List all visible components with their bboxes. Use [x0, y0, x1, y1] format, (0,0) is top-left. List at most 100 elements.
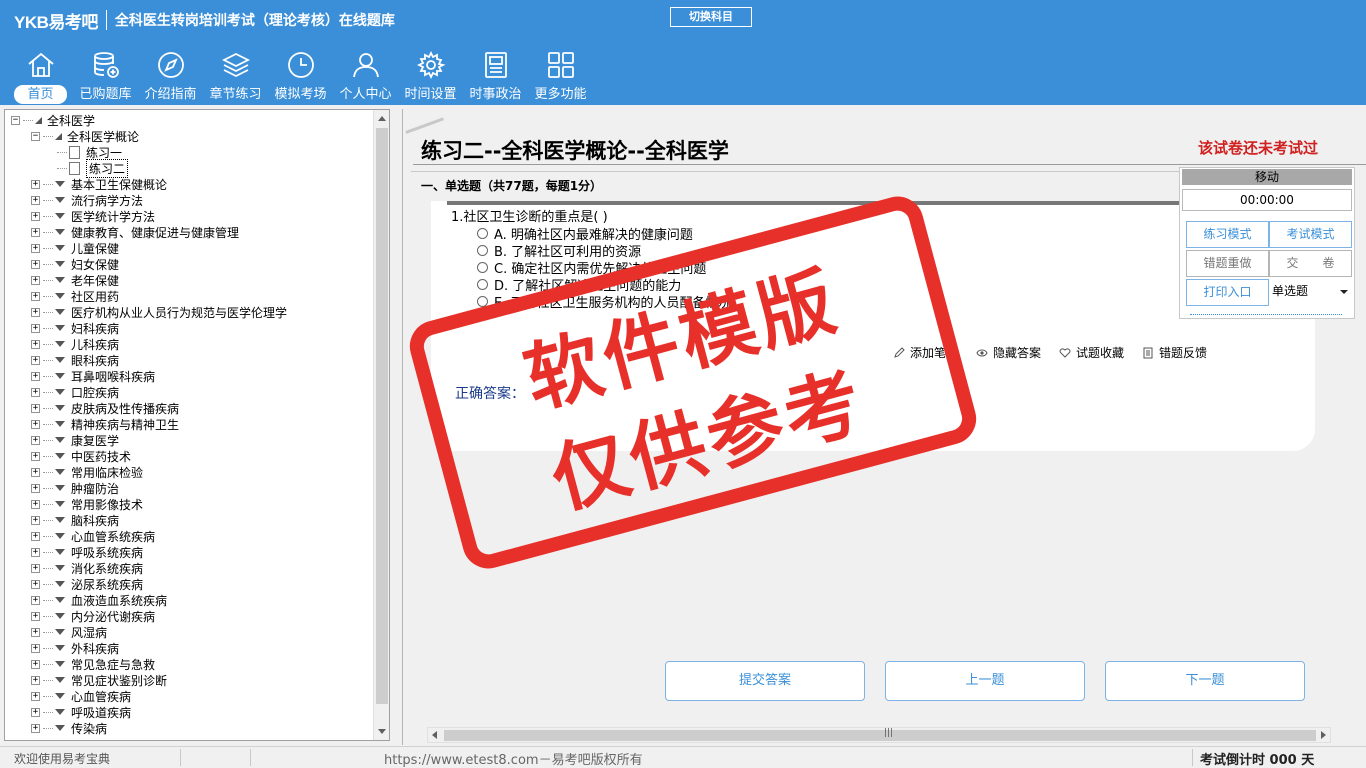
tree-chapter[interactable]: + 肿瘤防治: [31, 480, 119, 496]
nav-personal-center[interactable]: 个人中心: [333, 48, 398, 104]
tree-chapter[interactable]: + 心血管疾病: [31, 688, 131, 704]
tree-chapter[interactable]: + 外科疾病: [31, 640, 119, 656]
expand-icon[interactable]: +: [31, 307, 40, 317]
tree-chapter[interactable]: + 常用影像技术: [31, 496, 143, 512]
expand-icon[interactable]: +: [31, 243, 40, 253]
nav-current-affairs[interactable]: 时事政治: [463, 48, 528, 104]
tree-chapter[interactable]: + 风湿病: [31, 624, 107, 640]
add-note-button[interactable]: 添加笔记: [893, 344, 958, 361]
scroll-down-icon[interactable]: [378, 729, 386, 734]
expand-icon[interactable]: +: [31, 291, 40, 301]
expand-icon[interactable]: +: [31, 419, 40, 429]
expand-icon[interactable]: +: [31, 371, 40, 381]
nav-purchased-banks[interactable]: 已购题库: [73, 48, 138, 104]
nav-chapter-practice[interactable]: 章节练习: [203, 48, 268, 104]
scroll-left-icon[interactable]: [432, 731, 437, 739]
next-question-button[interactable]: 下一题: [1105, 661, 1305, 701]
expand-icon[interactable]: +: [31, 483, 40, 493]
expand-icon[interactable]: +: [31, 531, 40, 541]
exam-mode-button[interactable]: 考试模式: [1269, 221, 1352, 248]
tree-chapter[interactable]: + 眼科疾病: [31, 352, 119, 368]
nav-time-settings[interactable]: 时间设置: [398, 48, 463, 104]
tree-scrollbar[interactable]: [373, 110, 389, 740]
expand-icon[interactable]: +: [31, 467, 40, 477]
nav-mock-exam[interactable]: 模拟考场: [268, 48, 333, 104]
expand-icon[interactable]: +: [31, 259, 40, 269]
scroll-right-icon[interactable]: [1321, 731, 1326, 739]
tree-chapter[interactable]: + 耳鼻咽喉科疾病: [31, 368, 155, 384]
expand-icon[interactable]: +: [31, 339, 40, 349]
radio-icon[interactable]: [477, 245, 488, 256]
expand-icon[interactable]: +: [31, 579, 40, 589]
nav-home[interactable]: 首页: [8, 48, 73, 104]
tree-chapter[interactable]: + 妇科疾病: [31, 320, 119, 336]
expand-icon[interactable]: +: [31, 563, 40, 573]
expand-icon[interactable]: +: [31, 179, 40, 189]
expand-icon[interactable]: +: [31, 707, 40, 717]
expand-icon[interactable]: +: [31, 323, 40, 333]
expand-icon[interactable]: +: [31, 675, 40, 685]
tree-chapter[interactable]: + 呼吸系统疾病: [31, 544, 143, 560]
practice-mode-button[interactable]: 练习模式: [1186, 221, 1269, 248]
tree-root[interactable]: − 全科医学: [11, 112, 95, 128]
tree-chapter[interactable]: + 精神疾病与精神卫生: [31, 416, 179, 432]
collapse-icon[interactable]: −: [11, 115, 20, 125]
scroll-up-icon[interactable]: [378, 116, 386, 121]
tree-chapter[interactable]: + 妇女保健: [31, 256, 119, 272]
scroll-thumb[interactable]: [376, 128, 388, 704]
collapse-icon[interactable]: −: [31, 131, 40, 141]
tree-chapter[interactable]: + 常用临床检验: [31, 464, 143, 480]
horizontal-scrollbar[interactable]: |||: [427, 727, 1331, 743]
radio-icon[interactable]: [477, 228, 488, 239]
radio-icon[interactable]: [477, 279, 488, 290]
expand-icon[interactable]: +: [31, 515, 40, 525]
expand-icon[interactable]: +: [31, 387, 40, 397]
tree-chapter[interactable]: + 泌尿系统疾病: [31, 576, 143, 592]
tree-chapter[interactable]: + 流行病学方法: [31, 192, 143, 208]
tree-chapter[interactable]: + 医学统计学方法: [31, 208, 155, 224]
submit-paper-button[interactable]: 交 卷: [1269, 250, 1352, 277]
expand-icon[interactable]: +: [31, 195, 40, 205]
question-type-select[interactable]: 单选题: [1269, 279, 1352, 306]
switch-subject-button[interactable]: 切换科目: [670, 7, 752, 27]
hide-answer-button[interactable]: 隐藏答案: [976, 344, 1041, 361]
tree-chapter[interactable]: + 内分泌代谢疾病: [31, 608, 155, 624]
tree-chapter[interactable]: + 常见急症与急救: [31, 656, 155, 672]
expand-icon[interactable]: +: [31, 227, 40, 237]
tree-chapter[interactable]: + 心血管系统疾病: [31, 528, 155, 544]
tree-chapter[interactable]: + 中医药技术: [31, 448, 131, 464]
expand-icon[interactable]: +: [31, 547, 40, 557]
tree-chapter[interactable]: + 老年保健: [31, 272, 119, 288]
expand-icon[interactable]: +: [31, 211, 40, 221]
expand-icon[interactable]: +: [31, 275, 40, 285]
expand-icon[interactable]: +: [31, 643, 40, 653]
favorite-question-button[interactable]: 试题收藏: [1059, 344, 1124, 361]
tree-chapter[interactable]: + 儿童保健: [31, 240, 119, 256]
expand-icon[interactable]: +: [31, 627, 40, 637]
expand-icon[interactable]: +: [31, 403, 40, 413]
tree-chapter[interactable]: + 传染病: [31, 720, 107, 736]
tree-chapter[interactable]: + 口腔疾病: [31, 384, 119, 400]
expand-icon[interactable]: +: [31, 659, 40, 669]
radio-icon[interactable]: [477, 296, 488, 307]
option-e[interactable]: E. 了解社区卫生服务机构的人员配备情况: [477, 292, 731, 311]
prev-question-button[interactable]: 上一题: [885, 661, 1085, 701]
report-error-button[interactable]: 错题反馈: [1142, 344, 1207, 361]
expand-icon[interactable]: +: [31, 611, 40, 621]
tree-exercise-item-selected[interactable]: 练习二: [57, 158, 129, 178]
redo-wrong-button[interactable]: 错题重做: [1186, 250, 1269, 277]
tree-chapter[interactable]: + 社区用药: [31, 288, 119, 304]
expand-icon[interactable]: +: [31, 691, 40, 701]
move-handle[interactable]: 移动: [1182, 169, 1352, 185]
print-button[interactable]: 打印入口: [1186, 279, 1269, 306]
expand-icon[interactable]: +: [31, 499, 40, 509]
tree-chapter-open[interactable]: − 全科医学概论: [31, 128, 139, 144]
tree-chapter[interactable]: + 脑科疾病: [31, 512, 119, 528]
tree-chapter[interactable]: + 基本卫生保健概论: [31, 176, 167, 192]
expand-icon[interactable]: +: [31, 723, 40, 733]
expand-icon[interactable]: +: [31, 435, 40, 445]
tree-chapter[interactable]: + 消化系统疾病: [31, 560, 143, 576]
tree-chapter[interactable]: + 常见症状鉴别诊断: [31, 672, 167, 688]
tree-chapter[interactable]: + 儿科疾病: [31, 336, 119, 352]
submit-answer-button[interactable]: 提交答案: [665, 661, 865, 701]
